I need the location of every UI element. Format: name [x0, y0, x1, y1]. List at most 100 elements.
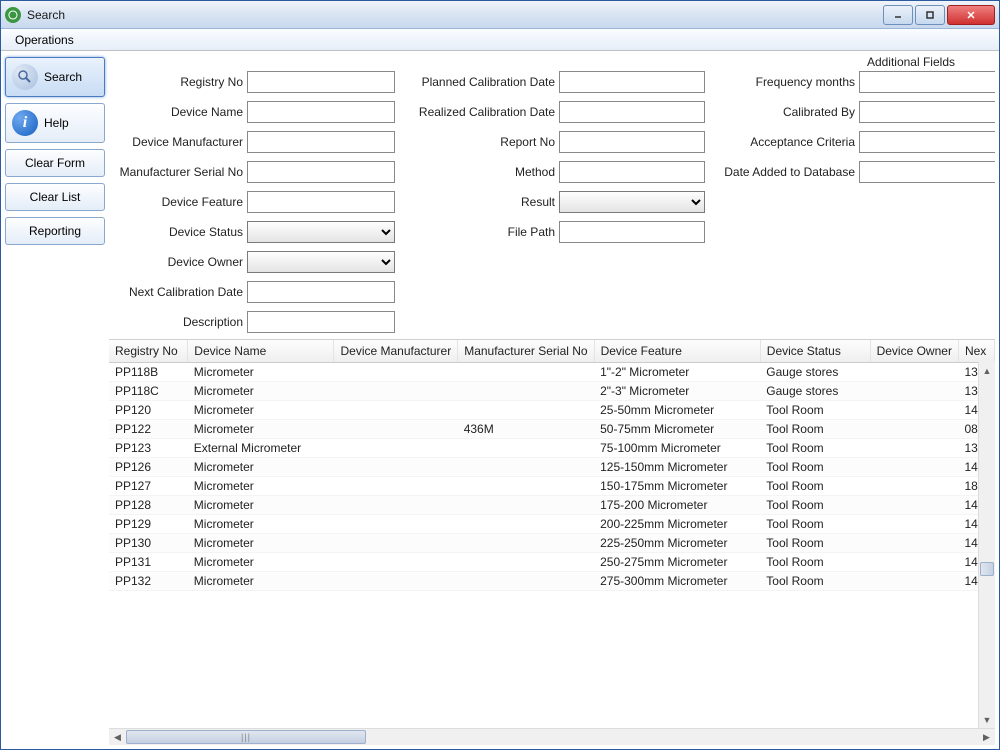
cell-device-owner — [870, 438, 958, 457]
col-header-next[interactable]: Nex — [958, 340, 994, 362]
input-next-calibration-date[interactable] — [247, 281, 395, 303]
input-report-no[interactable] — [559, 131, 705, 153]
table-row[interactable]: PP131Micrometer250-275mm MicrometerTool … — [109, 552, 995, 571]
label-device-feature: Device Feature — [113, 195, 243, 209]
label-file-path: File Path — [405, 225, 555, 239]
cell-device-feature: 150-175mm Micrometer — [594, 476, 760, 495]
col-header-device-manufacturer[interactable]: Device Manufacturer — [334, 340, 458, 362]
app-icon — [5, 7, 21, 23]
info-icon: i — [12, 110, 38, 136]
table-row[interactable]: PP123External Micrometer75-100mm Microme… — [109, 438, 995, 457]
input-device-feature[interactable] — [247, 191, 395, 213]
scroll-left-arrow-icon[interactable]: ◀ — [109, 729, 126, 745]
table-row[interactable]: PP118BMicrometer1"-2" MicrometerGauge st… — [109, 362, 995, 381]
input-manufacturer-serial-no[interactable] — [247, 161, 395, 183]
cell-manufacturer-serial-no — [458, 533, 594, 552]
label-calibrated-by: Calibrated By — [715, 105, 855, 119]
vertical-scroll-thumb[interactable] — [980, 562, 994, 576]
cell-device-name: Micrometer — [188, 457, 334, 476]
cell-device-status: Gauge stores — [760, 362, 870, 381]
cell-device-owner — [870, 457, 958, 476]
select-device-owner[interactable] — [247, 251, 395, 273]
table-row[interactable]: PP129Micrometer200-225mm MicrometerTool … — [109, 514, 995, 533]
search-button[interactable]: Search — [5, 57, 105, 97]
cell-device-feature: 125-150mm Micrometer — [594, 457, 760, 476]
cell-device-owner — [870, 514, 958, 533]
select-device-status[interactable] — [247, 221, 395, 243]
cell-device-status: Gauge stores — [760, 381, 870, 400]
scroll-down-arrow-icon[interactable]: ▼ — [979, 711, 995, 728]
input-realized-calibration-date[interactable] — [559, 101, 705, 123]
app-window: Search Operations Search i Help Clear F — [0, 0, 1000, 750]
scroll-right-arrow-icon[interactable]: ▶ — [978, 729, 995, 745]
col-header-registry-no[interactable]: Registry No — [109, 340, 188, 362]
menu-operations[interactable]: Operations — [7, 31, 82, 49]
clear-list-label: Clear List — [30, 190, 81, 204]
input-description[interactable] — [247, 311, 395, 333]
col-header-device-feature[interactable]: Device Feature — [594, 340, 760, 362]
input-frequency-months[interactable] — [859, 71, 995, 93]
cell-device-owner — [870, 400, 958, 419]
label-acceptance-criteria: Acceptance Criteria — [715, 135, 855, 149]
cell-device-status: Tool Room — [760, 495, 870, 514]
col-header-device-status[interactable]: Device Status — [760, 340, 870, 362]
cell-device-manufacturer — [334, 362, 458, 381]
results-grid[interactable]: Registry No Device Name Device Manufactu… — [109, 340, 995, 728]
label-registry-no: Registry No — [113, 75, 243, 89]
scroll-up-arrow-icon[interactable]: ▲ — [979, 362, 995, 379]
horizontal-scroll-thumb[interactable]: ||| — [126, 730, 366, 744]
table-row[interactable]: PP130Micrometer225-250mm MicrometerTool … — [109, 533, 995, 552]
reporting-button[interactable]: Reporting — [5, 217, 105, 245]
window-title: Search — [27, 8, 881, 22]
cell-device-manufacturer — [334, 419, 458, 438]
cell-manufacturer-serial-no — [458, 571, 594, 590]
col-header-device-name[interactable]: Device Name — [188, 340, 334, 362]
col-header-manufacturer-serial-no[interactable]: Manufacturer Serial No — [458, 340, 594, 362]
input-registry-no[interactable] — [247, 71, 395, 93]
clear-form-button[interactable]: Clear Form — [5, 149, 105, 177]
table-row[interactable]: PP122Micrometer436M50-75mm MicrometerToo… — [109, 419, 995, 438]
cell-device-status: Tool Room — [760, 571, 870, 590]
cell-device-feature: 1"-2" Micrometer — [594, 362, 760, 381]
input-calibrated-by[interactable] — [859, 101, 995, 123]
input-acceptance-criteria[interactable] — [859, 131, 995, 153]
clear-list-button[interactable]: Clear List — [5, 183, 105, 211]
vertical-scrollbar[interactable]: ▲ ▼ — [978, 362, 995, 728]
cell-device-manufacturer — [334, 495, 458, 514]
table-row[interactable]: PP127Micrometer150-175mm MicrometerTool … — [109, 476, 995, 495]
cell-registry-no: PP128 — [109, 495, 188, 514]
cell-registry-no: PP130 — [109, 533, 188, 552]
input-planned-calibration-date[interactable] — [559, 71, 705, 93]
table-row[interactable]: PP120Micrometer25-50mm MicrometerTool Ro… — [109, 400, 995, 419]
close-button[interactable] — [947, 5, 995, 25]
maximize-button[interactable] — [915, 5, 945, 25]
cell-device-name: Micrometer — [188, 400, 334, 419]
label-date-added-to-database: Date Added to Database — [715, 165, 855, 179]
cell-device-owner — [870, 476, 958, 495]
cell-device-feature: 2"-3" Micrometer — [594, 381, 760, 400]
titlebar: Search — [1, 1, 999, 29]
cell-device-owner — [870, 495, 958, 514]
select-result[interactable] — [559, 191, 705, 213]
table-row[interactable]: PP132Micrometer275-300mm MicrometerTool … — [109, 571, 995, 590]
table-row[interactable]: PP118CMicrometer2"-3" MicrometerGauge st… — [109, 381, 995, 400]
input-date-added-to-database[interactable] — [859, 161, 995, 183]
input-device-manufacturer[interactable] — [247, 131, 395, 153]
cell-manufacturer-serial-no — [458, 495, 594, 514]
input-device-name[interactable] — [247, 101, 395, 123]
table-row[interactable]: PP126Micrometer125-150mm MicrometerTool … — [109, 457, 995, 476]
cell-registry-no: PP131 — [109, 552, 188, 571]
minimize-button[interactable] — [883, 5, 913, 25]
table-row[interactable]: PP128Micrometer175-200 MicrometerTool Ro… — [109, 495, 995, 514]
cell-device-status: Tool Room — [760, 400, 870, 419]
cell-device-name: Micrometer — [188, 419, 334, 438]
input-method[interactable] — [559, 161, 705, 183]
input-file-path[interactable] — [559, 221, 705, 243]
help-button[interactable]: i Help — [5, 103, 105, 143]
content-area: Search i Help Clear Form Clear List Repo… — [1, 51, 999, 749]
cell-device-manufacturer — [334, 571, 458, 590]
col-header-device-owner[interactable]: Device Owner — [870, 340, 958, 362]
label-frequency-months: Frequency months — [715, 75, 855, 89]
horizontal-scrollbar[interactable]: ◀ ||| ▶ — [109, 728, 995, 745]
label-report-no: Report No — [405, 135, 555, 149]
